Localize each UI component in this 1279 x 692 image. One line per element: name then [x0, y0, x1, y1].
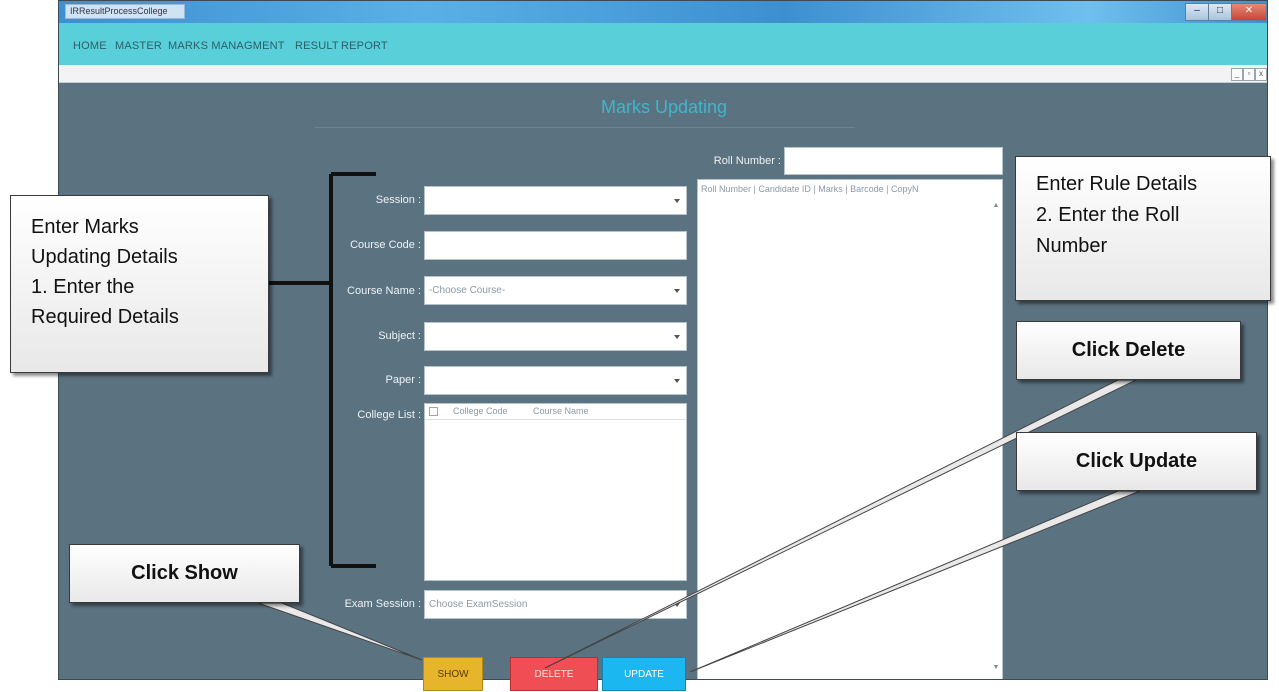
rule-callout-line: 2. Enter the Roll [1036, 204, 1180, 226]
marks-callout-line: Enter Marks [31, 216, 139, 238]
copyn-column[interactable]: CopyN [891, 184, 919, 194]
scroll-down-icon[interactable]: ▼ [991, 664, 1001, 674]
window-title: IRResultProcessCollege [65, 4, 185, 19]
course-code-label: Course Code : [350, 239, 421, 251]
close-button[interactable]: ✕ [1231, 3, 1267, 21]
paper-label: Paper : [385, 374, 421, 386]
roll-grid-header: Roll Number | Candidate ID | Marks | Bar… [701, 184, 919, 194]
exam-session-label: Exam Session : [344, 598, 421, 610]
mdi-minimize-button[interactable]: _ [1231, 68, 1243, 81]
update-callout: Click Update [1016, 432, 1257, 491]
roll-number-column[interactable]: Roll Number [701, 184, 751, 194]
title-divider [315, 127, 855, 128]
roll-number-grid[interactable]: Roll Number | Candidate ID | Marks | Bar… [697, 179, 1003, 679]
subject-select[interactable] [424, 322, 687, 351]
menu-home[interactable]: HOME [73, 40, 107, 52]
scroll-up-icon[interactable]: ▲ [991, 202, 1001, 212]
title-bar: IRResultProcessCollege – □ ✕ [59, 1, 1267, 23]
delete-callout: Click Delete [1016, 321, 1241, 380]
mdi-restore-button[interactable]: ▫ [1243, 68, 1255, 81]
course-name-label: Course Name : [347, 285, 421, 297]
roll-number-input[interactable] [784, 147, 1003, 175]
marks-callout-line: Required Details [31, 306, 179, 328]
college-code-column[interactable]: College Code [453, 406, 508, 416]
session-select[interactable] [424, 186, 687, 215]
course-name-column[interactable]: Course Name [533, 406, 589, 416]
menu-master[interactable]: MASTER [115, 40, 162, 52]
session-label: Session : [375, 194, 421, 206]
roll-number-label: Roll Number : [713, 155, 781, 167]
menu-report[interactable]: REPORT [341, 40, 388, 52]
marks-callout-line: Updating Details [31, 246, 178, 268]
window-controls: – □ ✕ [1185, 3, 1267, 21]
barcode-column[interactable]: Barcode [850, 184, 884, 194]
mdi-strip: _ ▫ x [59, 65, 1267, 83]
marks-callout: Enter Marks Updating Details 1. Enter th… [10, 195, 269, 373]
paper-select[interactable] [424, 366, 687, 395]
course-name-select[interactable]: -Choose Course- [424, 276, 687, 305]
candidate-id-column[interactable]: Candidate ID [758, 184, 811, 194]
college-list-grid[interactable]: College Code Course Name [424, 403, 687, 581]
exam-session-select[interactable]: Choose ExamSession [424, 590, 687, 619]
mdi-close-button[interactable]: x [1255, 68, 1267, 81]
page-title: Marks Updating [600, 97, 728, 117]
rule-callout-line: Number [1036, 235, 1108, 257]
menu-marks-management[interactable]: MARKS MANAGMENT [168, 40, 285, 52]
minimize-button[interactable]: – [1185, 3, 1209, 21]
college-list-header: College Code Course Name [425, 404, 686, 420]
marks-column[interactable]: Marks [818, 184, 843, 194]
show-callout: Click Show [69, 544, 300, 603]
menu-result[interactable]: RESULT [295, 40, 339, 52]
maximize-button[interactable]: □ [1208, 3, 1232, 21]
course-code-input[interactable] [424, 231, 687, 260]
rule-callout: Enter Rule Details 2. Enter the Roll Num… [1015, 156, 1271, 301]
subject-label: Subject : [378, 330, 421, 342]
rule-callout-line: Enter Rule Details [1036, 173, 1198, 195]
select-all-checkbox[interactable] [429, 407, 438, 416]
marks-callout-line: 1. Enter the [31, 276, 135, 298]
menu-bar: HOME MASTER MARKS MANAGMENT RESULT REPOR… [59, 23, 1267, 65]
college-list-label: College List : [357, 409, 421, 421]
